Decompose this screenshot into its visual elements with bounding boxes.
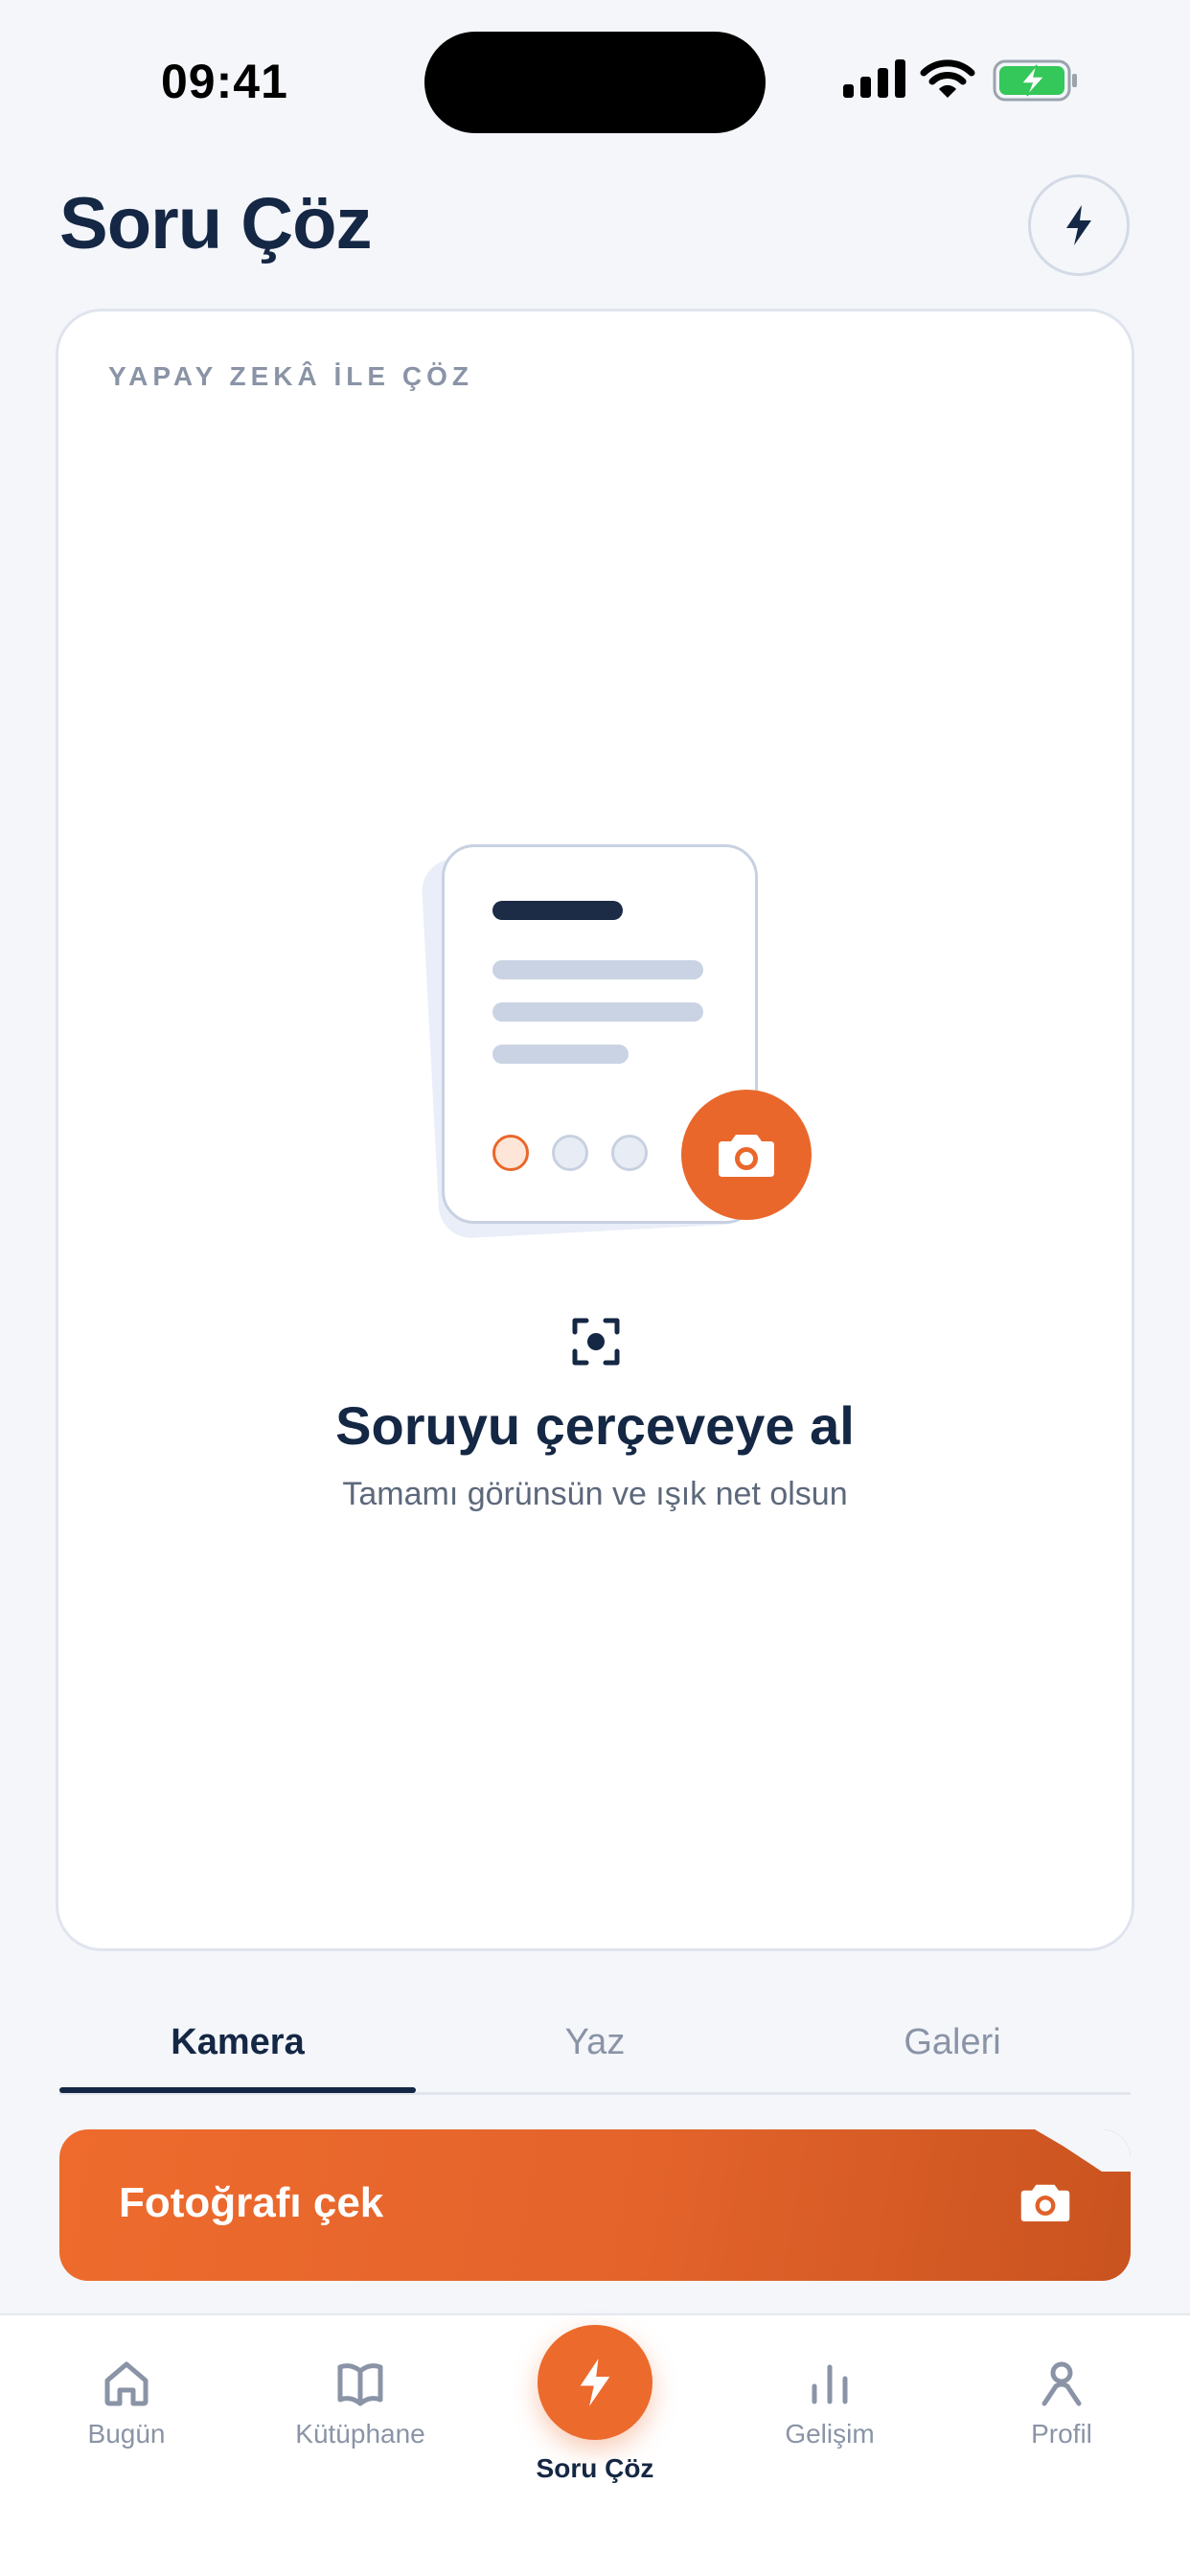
active-tab-indicator bbox=[59, 2087, 416, 2093]
option-dot bbox=[552, 1135, 588, 1171]
nav-solve-circle bbox=[538, 2325, 652, 2440]
card-heading: Soruyu çerçeveye al bbox=[335, 1395, 855, 1456]
nav-item-library[interactable]: Kütüphane bbox=[264, 2359, 456, 2450]
camera-badge bbox=[681, 1090, 812, 1220]
signal-icon bbox=[843, 59, 905, 98]
nav-label: Bugün bbox=[87, 2419, 166, 2449]
focus-frame-icon bbox=[572, 1318, 620, 1366]
wifi-icon bbox=[920, 59, 975, 98]
book-icon bbox=[337, 2363, 383, 2406]
bolt-icon bbox=[1066, 205, 1091, 245]
option-dot bbox=[611, 1135, 648, 1171]
tab-gallery[interactable]: Galeri bbox=[774, 2022, 1131, 2063]
nav-label: Gelişim bbox=[785, 2419, 875, 2449]
camera-viewfinder-card[interactable]: YAPAY ZEKÂ İLE ÇÖZ Soruyu çerçeveye al T… bbox=[56, 309, 1134, 1951]
status-time: 09:41 bbox=[161, 55, 288, 108]
document-illustration bbox=[420, 839, 833, 1260]
take-photo-button[interactable]: Fotoğrafı çek bbox=[59, 2129, 1131, 2281]
bottom-nav: Bugün Kütüphane Soru Çöz Gelişim Profil bbox=[0, 2313, 1190, 2576]
home-icon bbox=[104, 2361, 149, 2406]
card-subtext: Tamamı görünsün ve ışık net olsun bbox=[342, 1476, 848, 1512]
nav-label: Profil bbox=[1031, 2419, 1092, 2449]
dynamic-island bbox=[424, 32, 766, 133]
nav-item-profile[interactable]: Profil bbox=[966, 2359, 1157, 2450]
status-bar: 09:41 bbox=[0, 0, 1190, 153]
document-title-line bbox=[492, 901, 623, 920]
tab-type[interactable]: Yaz bbox=[417, 2022, 773, 2063]
document-line bbox=[492, 1002, 703, 1022]
camera-icon bbox=[1020, 2184, 1070, 2222]
nav-item-progress[interactable]: Gelişim bbox=[734, 2359, 926, 2450]
card-eyebrow: YAPAY ZEKÂ İLE ÇÖZ bbox=[108, 361, 473, 391]
bar-chart-icon bbox=[812, 2364, 848, 2404]
input-mode-tabs: Kamera Yaz Galeri bbox=[59, 2003, 1131, 2095]
option-dot-selected bbox=[492, 1135, 529, 1171]
tab-camera[interactable]: Kamera bbox=[59, 2022, 416, 2063]
battery-charging-icon bbox=[993, 59, 1077, 102]
document-line bbox=[492, 960, 703, 979]
nav-item-today[interactable]: Bugün bbox=[31, 2359, 222, 2450]
nav-label: Kütüphane bbox=[295, 2419, 425, 2449]
take-photo-label: Fotoğrafı çek bbox=[119, 2179, 384, 2226]
button-corner-notch bbox=[1035, 2129, 1131, 2172]
flash-button[interactable] bbox=[1028, 174, 1130, 276]
nav-label: Soru Çöz bbox=[536, 2453, 654, 2483]
bolt-icon bbox=[580, 2358, 610, 2406]
person-icon bbox=[1041, 2361, 1082, 2406]
page-title: Soru Çöz bbox=[59, 183, 373, 264]
camera-icon bbox=[719, 1135, 774, 1177]
document-line bbox=[492, 1045, 629, 1064]
nav-item-solve[interactable]: Soru Çöz bbox=[499, 2325, 691, 2484]
